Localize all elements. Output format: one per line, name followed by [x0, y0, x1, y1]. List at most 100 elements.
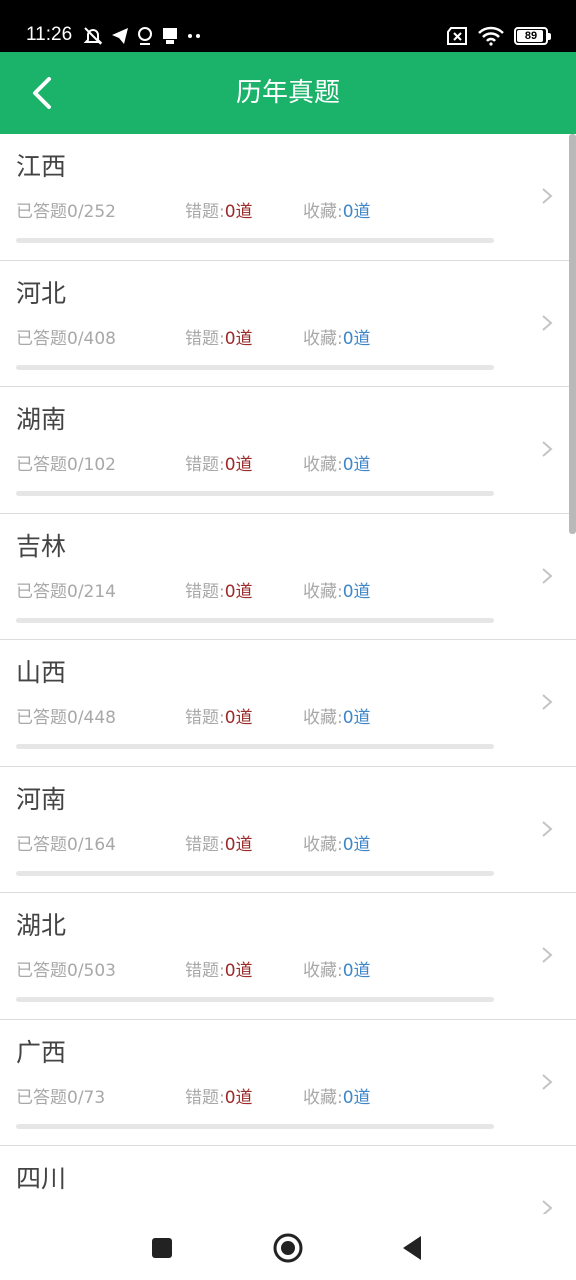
favorite-label: 收藏:: [303, 834, 343, 855]
favorite-value: 0道: [342, 961, 371, 981]
chevron-right-icon: [542, 694, 553, 710]
chevron-left-icon: [33, 77, 51, 109]
battery-level: 89: [524, 30, 538, 42]
chevron-right-icon: [542, 441, 553, 457]
list-item[interactable]: 广西 已答题0/73 错题:0道 收藏:0道: [0, 1020, 576, 1146]
chevron-right-icon: [542, 188, 553, 204]
wrong-value: 0道: [224, 455, 253, 475]
app-bar: 历年真题: [0, 52, 576, 134]
chevron-right-icon: [542, 947, 553, 963]
chevron-right-icon: [542, 314, 553, 331]
progress-track: [16, 491, 494, 496]
answered-count: 已答题0/448: [16, 708, 116, 728]
list-item[interactable]: 河南 已答题0/164 错题:0道 收藏:0道: [0, 767, 576, 893]
favorite-stat: 收藏:0道: [303, 1086, 371, 1110]
favorite-label: 收藏:: [303, 455, 343, 475]
back-button[interactable]: [20, 71, 64, 115]
wrong-label: 错题:: [185, 1087, 225, 1108]
favorite-label: 收藏:: [303, 708, 343, 728]
navigation-bar: [0, 1214, 576, 1280]
item-name: 湖北: [16, 911, 67, 940]
answered-count: 已答题0/252: [16, 202, 116, 222]
favorite-value: 0道: [342, 328, 371, 349]
favorite-stat: 收藏:0道: [303, 706, 371, 730]
favorite-stat: 收藏:0道: [303, 959, 371, 983]
favorite-stat: 收藏:0道: [303, 580, 371, 604]
answered-count: 已答题0/503: [16, 961, 116, 981]
list-item[interactable]: 湖南 已答题0/102 错题:0道 收藏:0道: [0, 387, 576, 514]
exam-list[interactable]: 江西 已答题0/252 错题:0道 收藏:0道 河北 已答题0/408 错题:0…: [0, 134, 576, 1214]
location-icon: [138, 27, 152, 45]
list-item[interactable]: 吉林 已答题0/214 错题:0道 收藏:0道: [0, 514, 576, 640]
wrong-value: 0道: [224, 202, 253, 222]
wrong-stat: 错题:0道: [185, 959, 253, 983]
progress-track: [16, 238, 494, 243]
favorite-value: 0道: [342, 1087, 371, 1108]
home-button[interactable]: [268, 1228, 308, 1268]
item-name: 吉林: [16, 531, 67, 561]
sim-none-icon: [447, 27, 467, 45]
status-right-icons: 89: [446, 24, 551, 48]
answered-count: 已答题0/408: [16, 328, 116, 349]
list-item[interactable]: 河北 已答题0/408 错题:0道 收藏:0道: [0, 261, 576, 387]
wrong-label: 错题:: [185, 202, 225, 222]
wrong-label: 错题:: [185, 328, 225, 349]
telegram-icon: [112, 28, 128, 44]
answered-count: 已答题0/102: [16, 455, 116, 475]
wrong-stat: 错题:0道: [185, 706, 253, 730]
wrong-label: 错题:: [185, 961, 225, 981]
answered-count: 已答题0/214: [16, 581, 116, 602]
status-bar: 11:26 89: [0, 0, 576, 52]
progress-track: [16, 997, 494, 1002]
wifi-icon: [478, 26, 504, 46]
item-name: 河南: [16, 784, 67, 814]
wrong-value: 0道: [224, 708, 253, 728]
wrong-value: 0道: [224, 1087, 253, 1108]
favorite-value: 0道: [342, 455, 371, 475]
progress-track: [16, 617, 494, 623]
status-time: 11:26: [26, 24, 73, 45]
list-item[interactable]: 四川: [0, 1146, 576, 1214]
favorite-label: 收藏:: [303, 1087, 343, 1108]
wrong-label: 错题:: [185, 708, 225, 728]
favorite-value: 0道: [342, 834, 371, 855]
recents-button[interactable]: [142, 1228, 182, 1268]
progress-track: [16, 870, 494, 876]
wrong-stat: 错题:0道: [185, 1086, 253, 1110]
item-name: 江西: [16, 152, 67, 181]
wrong-value: 0道: [224, 834, 253, 855]
item-name: 河北: [16, 278, 67, 308]
favorite-stat: 收藏:0道: [303, 327, 371, 351]
list-item[interactable]: 山西 已答题0/448 错题:0道 收藏:0道: [0, 640, 576, 767]
recents-square-icon: [152, 1238, 172, 1258]
favorite-label: 收藏:: [303, 202, 343, 222]
favorite-value: 0道: [342, 581, 371, 602]
notification-icon: [163, 28, 177, 44]
favorite-value: 0道: [342, 202, 371, 222]
answered-count: 已答题0/164: [16, 834, 116, 855]
wrong-value: 0道: [224, 328, 253, 349]
favorite-label: 收藏:: [303, 581, 343, 602]
chevron-right-icon: [542, 820, 553, 837]
mute-icon: [83, 27, 103, 45]
wrong-value: 0道: [224, 581, 253, 602]
item-name: 湖南: [16, 405, 67, 434]
wrong-label: 错题:: [185, 834, 225, 855]
progress-track: [16, 1123, 494, 1129]
scrollbar[interactable]: [569, 134, 576, 534]
wrong-label: 错题:: [185, 455, 225, 475]
progress-track: [16, 364, 494, 370]
more-dots-icon: [188, 34, 200, 38]
wrong-stat: 错题:0道: [185, 327, 253, 351]
list-item[interactable]: 湖北 已答题0/503 错题:0道 收藏:0道: [0, 893, 576, 1020]
favorite-label: 收藏:: [303, 328, 343, 349]
item-name: 四川: [16, 1164, 67, 1193]
wrong-stat: 错题:0道: [185, 453, 253, 477]
favorite-stat: 收藏:0道: [303, 833, 371, 857]
list-item[interactable]: 江西 已答题0/252 错题:0道 收藏:0道: [0, 134, 576, 261]
chevron-right-icon: [542, 1073, 553, 1090]
status-left-icons: [82, 24, 204, 48]
system-back-button[interactable]: [392, 1228, 432, 1268]
wrong-stat: 错题:0道: [185, 580, 253, 604]
chevron-right-icon: [542, 1200, 553, 1214]
